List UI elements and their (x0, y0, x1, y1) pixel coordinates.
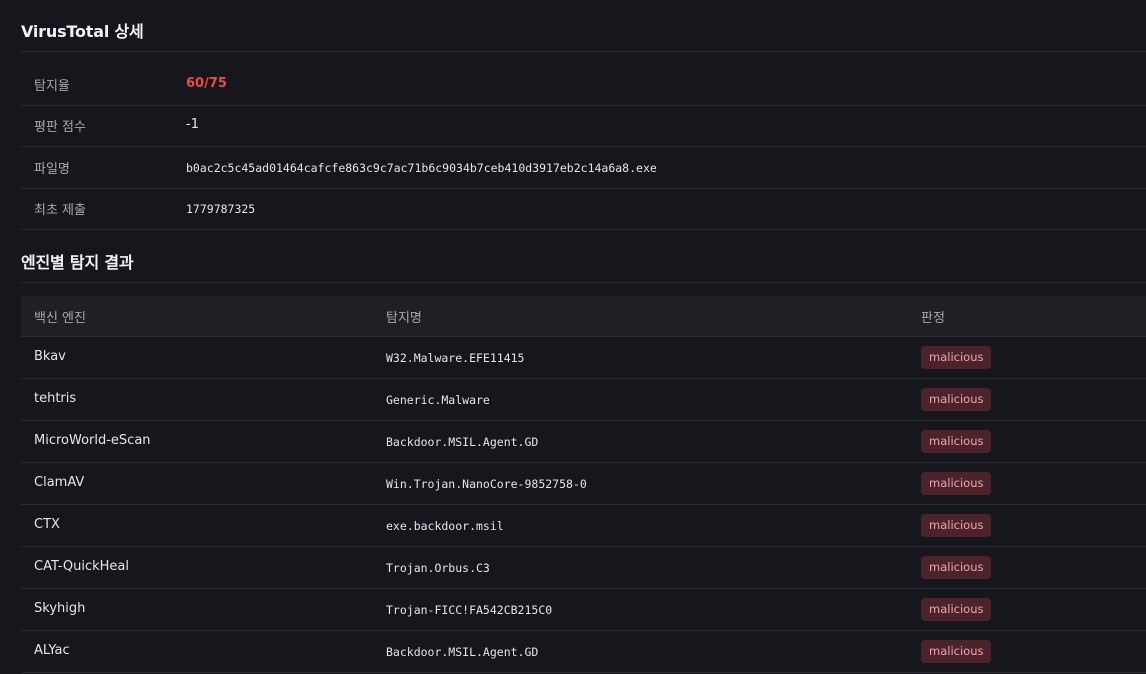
engine-cell: CTX (34, 517, 60, 532)
detail-row-first-submission: 최초 제출 1779787325 (21, 188, 1146, 230)
engine-results-table: 백신 엔진 탐지명 판정 Bkav W32.Malware.EFE11415 m… (21, 296, 1146, 673)
filename-value: b0ac2c5c45ad01464cafcfe863c9c7ac71b6c903… (186, 161, 657, 175)
engine-cell: Bkav (34, 349, 66, 364)
table-row: CTX exe.backdoor.msil malicious (21, 505, 1146, 547)
reputation-value: -1 (186, 117, 199, 132)
detail-row-reputation: 평판 점수 -1 (21, 105, 1146, 147)
header-detection-name: 탐지명 (386, 311, 422, 326)
engine-title-divider (21, 282, 1146, 283)
detection-rate-value: 60/75 (186, 76, 227, 91)
detection-cell: W32.Malware.EFE11415 (386, 351, 525, 365)
verdict-badge: malicious (921, 346, 992, 369)
table-row: MicroWorld-eScan Backdoor.MSIL.Agent.GD … (21, 421, 1146, 463)
first-submission-value: 1779787325 (186, 202, 256, 216)
detection-cell: Trojan.Orbus.C3 (386, 561, 490, 575)
detail-row-filename: 파일명 b0ac2c5c45ad01464cafcfe863c9c7ac71b6… (21, 147, 1146, 189)
verdict-badge: malicious (921, 598, 992, 621)
detection-cell: Backdoor.MSIL.Agent.GD (386, 645, 539, 659)
verdict-badge: malicious (921, 640, 992, 663)
detail-label: 최초 제출 (34, 203, 86, 218)
detail-label: 평판 점수 (34, 120, 86, 135)
detail-row-detection-rate: 탐지율 60/75 (21, 64, 1146, 106)
engine-cell: tehtris (34, 391, 77, 406)
detection-cell: exe.backdoor.msil (386, 519, 504, 533)
table-row: tehtris Generic.Malware malicious (21, 379, 1146, 421)
engine-cell: Skyhigh (34, 601, 86, 616)
engine-section-title: 엔진별 탐지 결과 (21, 253, 134, 272)
verdict-badge: malicious (921, 388, 992, 411)
engine-cell: ClamAV (34, 475, 85, 490)
verdict-badge: malicious (921, 430, 992, 453)
table-row: Skyhigh Trojan-FICC!FA542CB215C0 malicio… (21, 589, 1146, 631)
detection-cell: Win.Trojan.NanoCore-9852758-0 (386, 477, 587, 491)
table-row: ClamAV Win.Trojan.NanoCore-9852758-0 mal… (21, 463, 1146, 505)
detection-cell: Backdoor.MSIL.Agent.GD (386, 435, 539, 449)
table-row: Bkav W32.Malware.EFE11415 malicious (21, 337, 1146, 379)
verdict-badge: malicious (921, 472, 992, 495)
verdict-badge: malicious (921, 556, 992, 579)
table-header: 백신 엔진 탐지명 판정 (21, 296, 1146, 337)
header-verdict: 판정 (921, 311, 945, 326)
detail-label: 파일명 (34, 162, 70, 177)
engine-cell: ALYac (34, 643, 70, 658)
virustotal-detail-panel: VirusTotal 상세 탐지율 60/75 평판 점수 -1 파일명 b0a… (0, 0, 1146, 674)
engine-cell: CAT-QuickHeal (34, 559, 129, 574)
engine-cell: MicroWorld-eScan (34, 433, 151, 448)
detection-cell: Generic.Malware (386, 393, 490, 407)
detection-cell: Trojan-FICC!FA542CB215C0 (386, 603, 553, 617)
virustotal-section-title: VirusTotal 상세 (21, 22, 144, 41)
table-row: CAT-QuickHeal Trojan.Orbus.C3 malicious (21, 547, 1146, 589)
title-divider (21, 51, 1146, 52)
table-row: ALYac Backdoor.MSIL.Agent.GD malicious (21, 631, 1146, 673)
header-engine: 백신 엔진 (34, 311, 86, 326)
detail-label: 탐지율 (34, 79, 70, 94)
verdict-badge: malicious (921, 514, 992, 537)
